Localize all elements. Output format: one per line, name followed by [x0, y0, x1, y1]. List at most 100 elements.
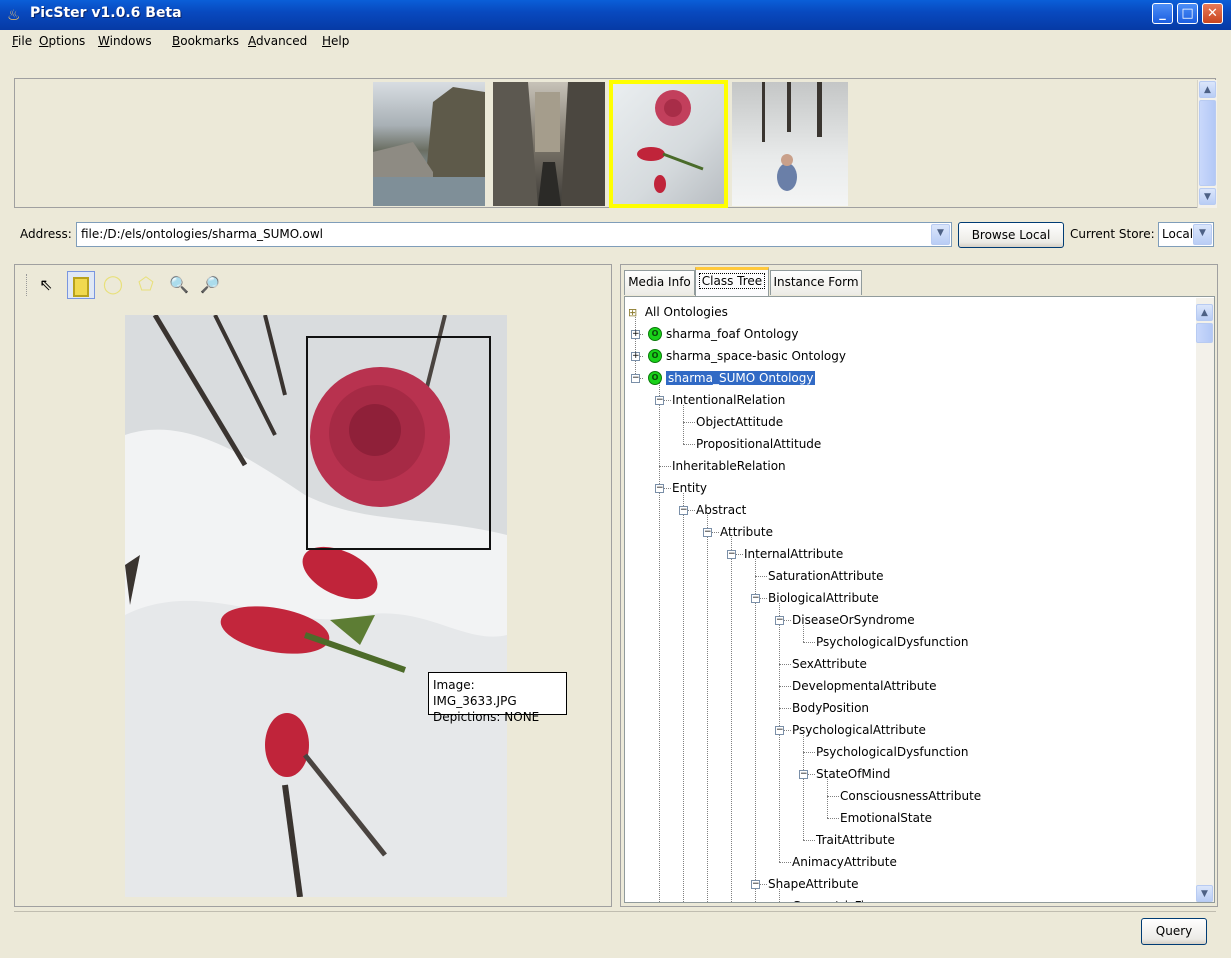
tree-node[interactable]: PropositionalAttitude: [696, 435, 821, 453]
ellipse-select-tool-button[interactable]: ◯: [101, 272, 125, 298]
tree-scroll-up-button[interactable]: ▲: [1196, 304, 1213, 321]
tree-node[interactable]: Abstract: [696, 501, 746, 519]
tree-node[interactable]: DiseaseOrSyndrome: [792, 611, 915, 629]
tree-node[interactable]: TraitAttribute: [816, 831, 895, 849]
menu-help[interactable]: Help: [322, 32, 349, 50]
tree-node-label: TraitAttribute: [816, 833, 895, 847]
tree-node-label: BodyPosition: [792, 701, 870, 715]
tree-connector: [659, 466, 671, 467]
image-info-tooltip: Image: IMG_3633.JPG Depictions: NONE: [428, 672, 567, 724]
collapse-icon[interactable]: −: [775, 726, 784, 735]
collapse-icon[interactable]: −: [655, 396, 664, 405]
tree-node[interactable]: EmotionalState: [840, 809, 932, 827]
tree-node[interactable]: BodyPosition: [792, 699, 869, 717]
tree-node[interactable]: sharma_foaf Ontology: [666, 325, 798, 343]
tree-node-label: EmotionalState: [840, 811, 933, 825]
thumbnail-mountain-town-river[interactable]: [373, 82, 485, 206]
expand-icon[interactable]: +: [631, 352, 640, 361]
menu-advanced[interactable]: Advanced: [248, 32, 307, 50]
tree-scroll-thumb[interactable]: [1196, 323, 1213, 343]
child-thumbnail-graphic: [762, 82, 822, 191]
tree-connector: [779, 708, 791, 709]
close-icon: ✕: [1207, 6, 1218, 21]
menu-windows[interactable]: Windows: [98, 32, 152, 50]
tree-node[interactable]: ObjectAttitude: [696, 413, 783, 431]
tree-node[interactable]: Attribute: [720, 523, 773, 541]
minimize-button[interactable]: _: [1152, 3, 1173, 24]
browse-local-button[interactable]: Browse Local: [958, 222, 1064, 248]
menu-bookmarks[interactable]: Bookmarks: [172, 32, 239, 50]
thumbnail-child-in-snow[interactable]: [732, 82, 848, 206]
chevron-down-icon: ▼: [1199, 228, 1206, 238]
address-dropdown-button[interactable]: ▼: [931, 224, 950, 245]
minimize-icon: _: [1159, 6, 1166, 21]
collapse-icon[interactable]: −: [655, 484, 664, 493]
collapse-icon[interactable]: −: [799, 770, 808, 779]
scroll-thumb[interactable]: [1199, 100, 1216, 186]
query-button[interactable]: Query: [1141, 918, 1207, 945]
tree-node-label: BiologicalAttribute: [768, 591, 879, 605]
collapse-icon[interactable]: −: [776, 902, 784, 903]
thumbnail-old-street[interactable]: [493, 82, 605, 206]
collapse-icon[interactable]: −: [703, 528, 712, 537]
tree-node[interactable]: sharma_SUMO Ontology: [666, 369, 816, 387]
tree-scroll-down-button[interactable]: ▼: [1196, 885, 1213, 902]
rectangle-select-tool-button[interactable]: [67, 271, 95, 299]
close-button[interactable]: ✕: [1202, 3, 1223, 24]
tree-node[interactable]: SaturationAttribute: [768, 567, 884, 585]
thumbnail-scrollbar[interactable]: ▲ ▼: [1197, 80, 1217, 208]
scroll-up-button[interactable]: ▲: [1199, 81, 1216, 98]
tab-label: Class Tree: [698, 273, 766, 289]
current-store-value: Local: [1162, 227, 1194, 241]
expand-icon[interactable]: +: [631, 330, 640, 339]
toolbar-grip: [26, 274, 29, 296]
pointer-tool-button[interactable]: ⇖: [34, 272, 58, 298]
tree-node[interactable]: ShapeAttribute: [768, 875, 859, 893]
collapse-icon[interactable]: −: [679, 506, 688, 515]
tree-node-label: InheritableRelation: [672, 459, 786, 473]
tree-node[interactable]: GeometricFigure: [792, 897, 891, 902]
menu-file[interactable]: File: [12, 32, 32, 50]
store-dropdown-button[interactable]: ▼: [1193, 224, 1212, 245]
tree-node[interactable]: Entity: [672, 479, 707, 497]
tree-node[interactable]: StateOfMind: [816, 765, 890, 783]
collapse-icon[interactable]: −: [751, 880, 760, 889]
menu-options[interactable]: Options: [39, 32, 85, 50]
menu-bar: File Options Windows Bookmarks Advanced …: [0, 30, 1231, 52]
tab-media-info[interactable]: Media Info: [624, 270, 695, 295]
maximize-button[interactable]: □: [1177, 3, 1198, 24]
chevron-down-icon: ▼: [937, 228, 944, 238]
tree-node[interactable]: PsychologicalAttribute: [792, 721, 926, 739]
zoom-out-button[interactable]: 🔎: [198, 272, 222, 298]
tree-node-label: ShapeAttribute: [768, 877, 859, 891]
tree-node[interactable]: InternalAttribute: [744, 545, 843, 563]
polygon-select-tool-button[interactable]: ⬠: [134, 272, 158, 298]
tree-node[interactable]: ConsciousnessAttribute: [840, 787, 981, 805]
collapse-icon[interactable]: −: [751, 594, 760, 603]
tree-node-label: PsychologicalAttribute: [792, 723, 926, 737]
thumbnail-rose-in-snow[interactable]: [609, 80, 728, 208]
tab-instance-form[interactable]: Instance Form: [770, 270, 862, 295]
collapse-icon[interactable]: −: [775, 616, 784, 625]
tree-node[interactable]: SexAttribute: [792, 655, 867, 673]
collapse-icon[interactable]: −: [727, 550, 736, 559]
ontology-icon: O: [648, 349, 662, 363]
tree-node[interactable]: BiologicalAttribute: [768, 589, 879, 607]
tree-node-label: SaturationAttribute: [768, 569, 884, 583]
scroll-down-button[interactable]: ▼: [1199, 188, 1216, 205]
tree-node[interactable]: AnimacyAttribute: [792, 853, 897, 871]
tree-node[interactable]: PsychologicalDysfunction: [816, 633, 968, 651]
tree-node[interactable]: PsychologicalDysfunction: [816, 743, 968, 761]
tree-root[interactable]: ⊞ All Ontologies: [628, 303, 728, 321]
tree-node[interactable]: sharma_space-basic Ontology: [666, 347, 846, 365]
class-tree-scrollbar[interactable]: ▲ ▼: [1196, 298, 1214, 902]
tree-node[interactable]: IntentionalRelation: [672, 391, 785, 409]
tab-class-tree[interactable]: Class Tree: [695, 267, 769, 296]
tooltip-image-name: Image: IMG_3633.JPG: [433, 678, 517, 708]
tree-node[interactable]: DevelopmentalAttribute: [792, 677, 936, 695]
tree-node[interactable]: InheritableRelation: [672, 457, 786, 475]
address-input[interactable]: file:/D:/els/ontologies/sharma_SUMO.owl: [76, 222, 952, 247]
zoom-in-button[interactable]: 🔍: [167, 272, 191, 298]
selection-rectangle[interactable]: [306, 336, 491, 550]
collapse-icon[interactable]: −: [631, 374, 640, 383]
